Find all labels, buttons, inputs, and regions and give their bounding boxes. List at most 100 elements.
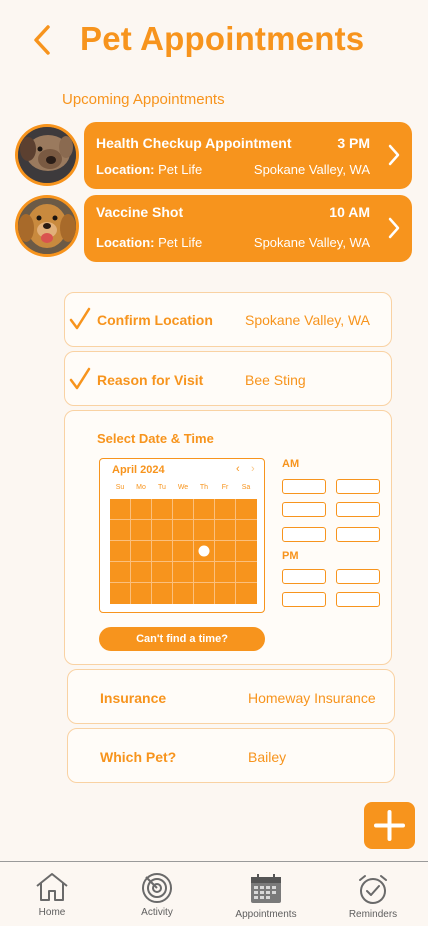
calendar-day[interactable] [194, 562, 215, 583]
pet-avatar-1 [15, 124, 79, 186]
add-appointment-button[interactable] [364, 802, 415, 849]
radar-icon [142, 873, 172, 903]
calendar-day[interactable] [152, 499, 173, 520]
prev-month-icon[interactable]: ‹ [236, 463, 240, 475]
calendar-day[interactable] [236, 562, 257, 583]
calendar-day[interactable] [173, 583, 194, 604]
weekday-label: Fr [221, 484, 229, 491]
time-slot-am[interactable] [336, 479, 380, 494]
calendar-day[interactable] [131, 499, 152, 520]
calendar-day[interactable] [215, 499, 236, 520]
appointment-card-1[interactable]: Health Checkup Appointment 3 PM Location… [84, 122, 412, 189]
weekday-header: Su Mo Tu We Th Fr Sa [110, 484, 256, 491]
upcoming-appointments-label: Upcoming Appointments [62, 91, 225, 108]
appointment-title: Vaccine Shot [96, 204, 184, 220]
checkmark-icon [69, 307, 91, 330]
calendar-day[interactable] [173, 520, 194, 541]
reason-row[interactable]: Reason for Visit Bee Sting [64, 351, 392, 406]
back-chevron-icon[interactable] [28, 22, 58, 58]
which-pet-label: Which Pet? [100, 749, 177, 765]
dog-photo-icon [18, 127, 76, 183]
appointment-time: 3 PM [337, 135, 370, 151]
calendar-day[interactable] [173, 499, 194, 520]
calendar-day[interactable] [236, 520, 257, 541]
calendar-day[interactable] [131, 583, 152, 604]
calendar-day[interactable] [152, 583, 173, 604]
calendar-day[interactable] [173, 562, 194, 583]
calendar-day[interactable] [110, 541, 131, 562]
checkmark-icon [69, 367, 91, 390]
date-time-label: Select Date & Time [97, 431, 214, 446]
cant-find-time-button[interactable]: Can't find a time? [99, 627, 265, 651]
am-label: AM [282, 458, 300, 470]
time-slot-pm[interactable] [336, 592, 380, 607]
confirm-location-value: Spokane Valley, WA [245, 312, 371, 328]
calendar-day[interactable] [173, 541, 194, 562]
appointment-title: Health Checkup Appointment [96, 135, 292, 151]
insurance-row[interactable]: Insurance Homeway Insurance [67, 669, 395, 724]
insurance-value: Homeway Insurance [248, 690, 376, 706]
calendar-day[interactable] [236, 499, 257, 520]
calendar-day[interactable] [236, 541, 257, 562]
time-slot-am[interactable] [336, 527, 380, 542]
calendar-day[interactable] [215, 520, 236, 541]
weekday-label: Sa [241, 484, 251, 491]
time-slot-am[interactable] [336, 502, 380, 517]
calendar-month: April 2024 [112, 464, 165, 476]
confirm-location-label: Confirm Location [97, 312, 213, 328]
weekday-label: We [177, 484, 189, 491]
calendar-day-selected[interactable] [194, 541, 215, 562]
calendar-day[interactable] [131, 541, 152, 562]
calendar-day[interactable] [194, 520, 215, 541]
time-slot-pm[interactable] [282, 569, 326, 584]
chevron-right-icon [388, 144, 400, 166]
which-pet-value: Bailey [248, 749, 287, 765]
calendar-day[interactable] [194, 499, 215, 520]
reason-value: Bee Sting [245, 372, 306, 388]
insurance-label: Insurance [100, 690, 167, 706]
appointment-city: Spokane Valley, WA [253, 235, 370, 250]
calendar-day[interactable] [215, 562, 236, 583]
calendar-day[interactable] [152, 520, 173, 541]
calendar-day[interactable] [215, 583, 236, 604]
pet-avatar-2 [15, 195, 79, 257]
calendar-day[interactable] [131, 520, 152, 541]
confirm-location-row[interactable]: Confirm Location Spokane Valley, WA [64, 292, 392, 347]
selected-day-dot [198, 545, 210, 557]
weekday-label: Tu [158, 484, 166, 491]
nav-home[interactable]: Home [2, 862, 102, 926]
which-pet-row[interactable]: Which Pet? Bailey [67, 728, 395, 783]
reason-label: Reason for Visit [97, 372, 204, 388]
calendar-day[interactable] [131, 562, 152, 583]
calendar-day[interactable] [110, 520, 131, 541]
next-month-icon[interactable]: › [251, 463, 255, 475]
calendar-day[interactable] [152, 562, 173, 583]
calendar: April 2024 ‹ › Su Mo Tu We Th Fr Sa [99, 458, 265, 613]
calendar-day[interactable] [110, 562, 131, 583]
home-icon [36, 873, 68, 901]
calendar-day[interactable] [152, 541, 173, 562]
calendar-day[interactable] [110, 583, 131, 604]
chevron-right-icon [388, 217, 400, 239]
dog-photo-icon [18, 198, 76, 254]
time-slot-pm[interactable] [336, 569, 380, 584]
nav-activity[interactable]: Activity [107, 862, 207, 926]
time-slot-am[interactable] [282, 502, 326, 517]
weekday-label: Mo [136, 484, 146, 491]
nav-reminders[interactable]: Reminders [323, 862, 423, 926]
nav-activity-label: Activity [141, 907, 173, 918]
calendar-day[interactable] [215, 541, 236, 562]
time-slot-am[interactable] [282, 479, 326, 494]
calendar-day[interactable] [236, 583, 257, 604]
appointment-card-2[interactable]: Vaccine Shot 10 AM Location: Pet Life Sp… [84, 195, 412, 262]
time-slot-pm[interactable] [282, 592, 326, 607]
calendar-day[interactable] [110, 499, 131, 520]
nav-appointments[interactable]: Appointments [216, 862, 316, 926]
weekday-label: Su [115, 484, 125, 491]
page-title: Pet Appointments [80, 20, 365, 57]
plus-icon [374, 810, 405, 841]
time-slot-am[interactable] [282, 527, 326, 542]
calendar-day[interactable] [194, 583, 215, 604]
calendar-icon [251, 874, 281, 903]
appointment-location: Location: Pet Life [96, 162, 203, 177]
